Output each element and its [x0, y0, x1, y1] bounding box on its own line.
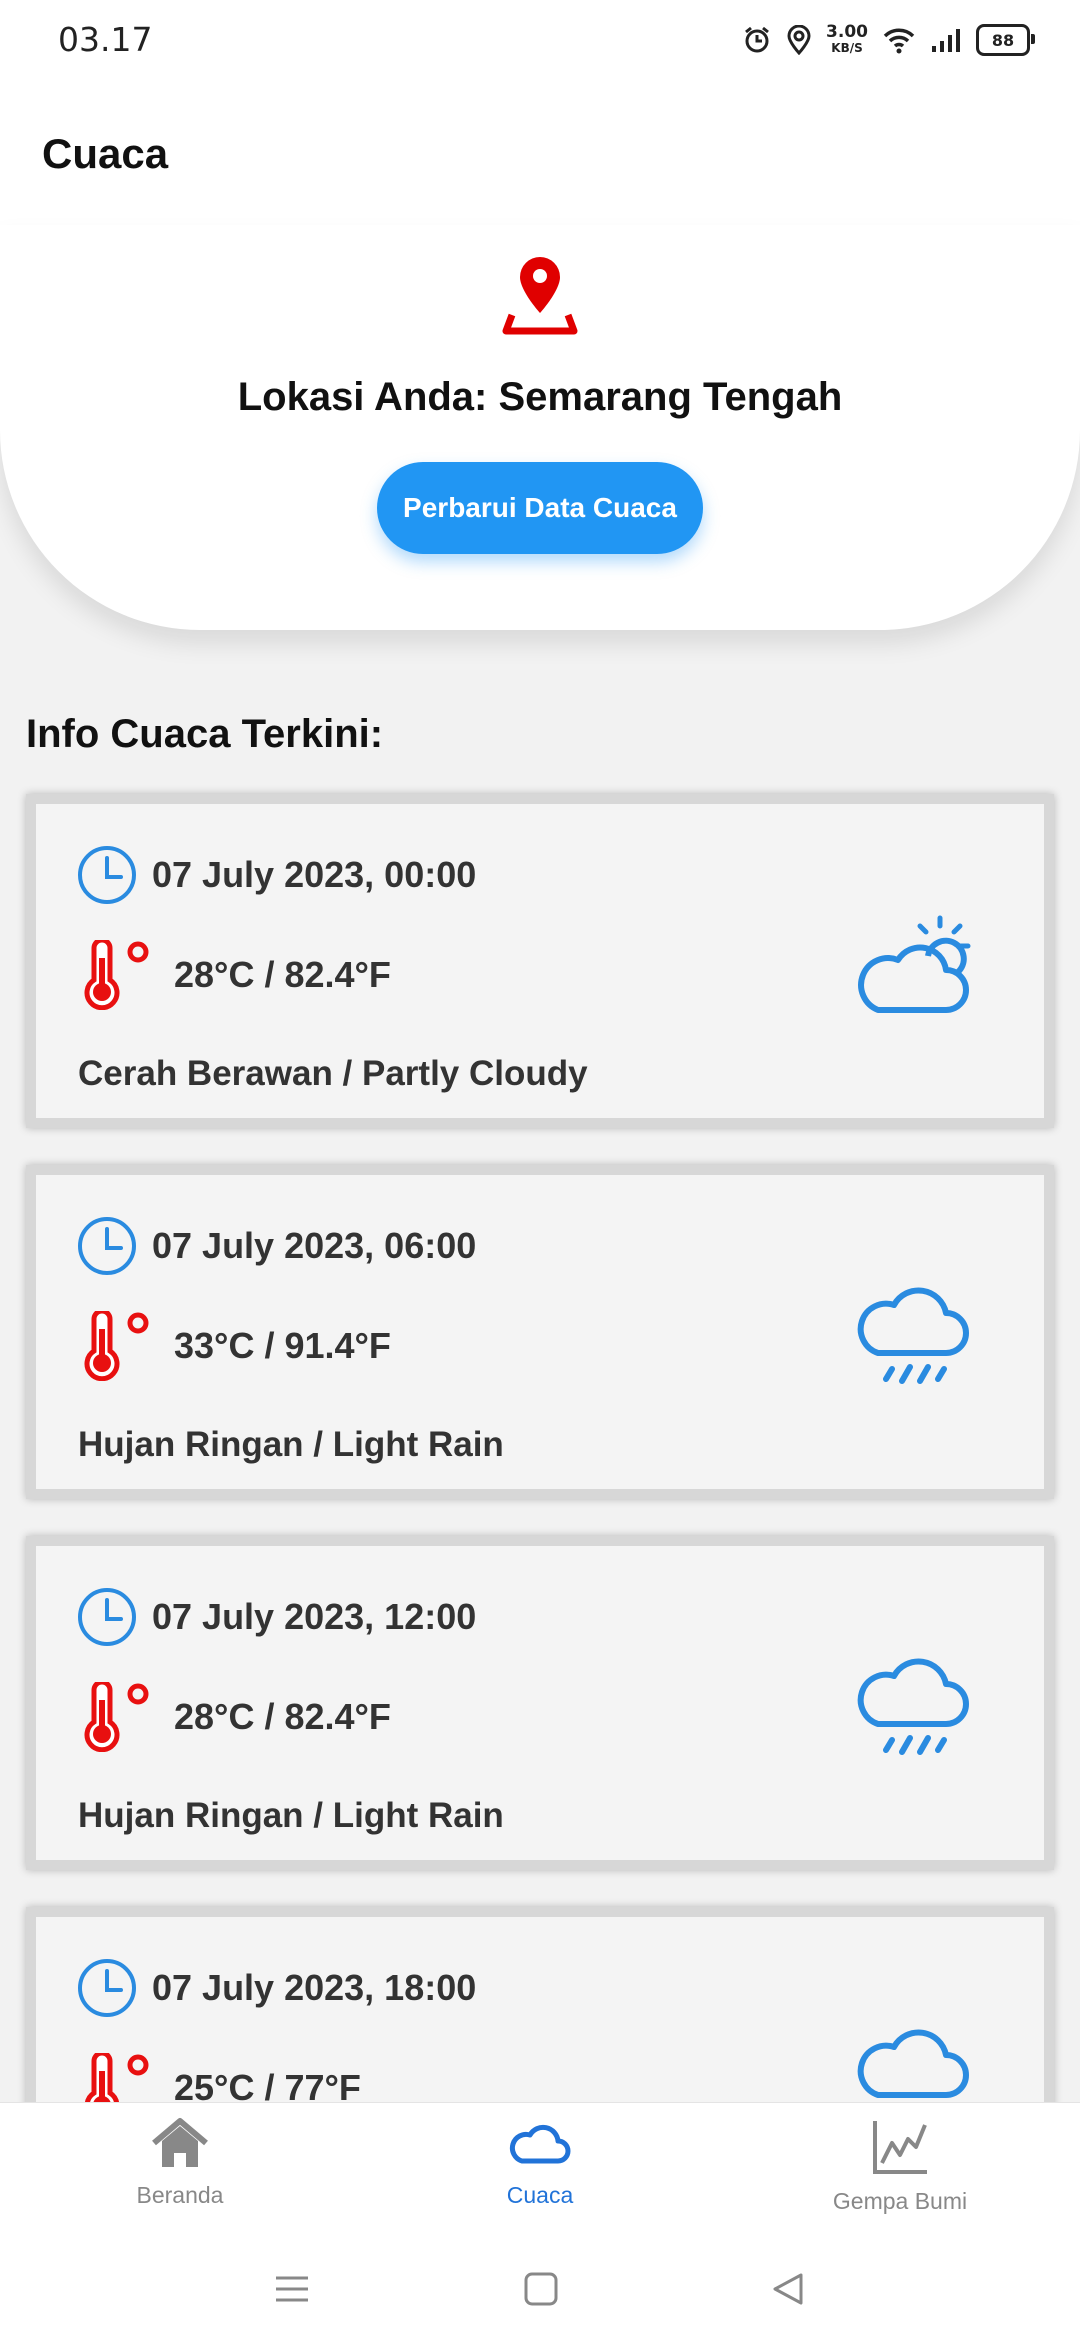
light-rain-icon [857, 1287, 969, 1384]
forecast-condition: Cerah Berawan / Partly Cloudy [78, 1054, 588, 1093]
forecast-datetime: 07 July 2023, 12:00 [152, 1596, 477, 1637]
clock-icon [78, 1959, 136, 2017]
thermometer-icon [84, 1682, 149, 1752]
system-navigation-bar [0, 2251, 1080, 2341]
page-title: Cuaca [42, 130, 169, 177]
forecast-card[interactable]: 07 July 2023, 00:00 28°C / 82.4°F Cerah … [26, 794, 1054, 1128]
forecast-card[interactable]: 07 July 2023, 12:00 28°C / 82.4°F Hujan … [26, 1536, 1054, 1870]
status-icons: 3.00 KB/S 88 [742, 18, 1035, 62]
cloud-icon [509, 2124, 571, 2164]
refresh-weather-button[interactable]: Perbarui Data Cuaca [377, 462, 703, 554]
menu-icon[interactable] [274, 2271, 310, 2307]
forecast-datetime: 07 July 2023, 00:00 [152, 854, 477, 895]
alarm-icon [745, 26, 769, 53]
location-label: Lokasi Anda: Semarang Tengah [237, 375, 843, 419]
forecast-temperature: 33°C / 91.4°F [174, 1325, 391, 1366]
back-icon[interactable] [770, 2271, 806, 2307]
chart-icon [873, 2121, 927, 2174]
battery-icon: 88 [976, 24, 1035, 56]
clock-icon [78, 1588, 136, 1646]
clock-icon [78, 846, 136, 904]
forecast-datetime: 07 July 2023, 06:00 [152, 1225, 477, 1266]
nav-label-cuaca: Cuaca [506, 2182, 574, 2208]
forecast-temperature-row: 28°C / 82.4°F [80, 1682, 391, 1752]
forecast-datetime-row: 07 July 2023, 18:00 [76, 1957, 476, 2019]
signal-icon [932, 29, 960, 52]
home-button-icon[interactable] [523, 2271, 559, 2307]
forecast-datetime-row: 07 July 2023, 06:00 [76, 1215, 476, 1277]
forecast-datetime: 07 July 2023, 18:00 [152, 1967, 477, 2008]
thermometer-icon [84, 1311, 149, 1381]
network-speed: 3.00 KB/S [826, 22, 868, 56]
thermometer-icon [84, 940, 149, 1010]
app-bar: Cuaca [0, 80, 1080, 230]
forecast-card[interactable]: 07 July 2023, 06:00 33°C / 91.4°F Hujan … [26, 1165, 1054, 1499]
status-time: 03.17 [58, 20, 153, 59]
forecast-datetime-row: 07 July 2023, 12:00 [76, 1586, 476, 1648]
nav-label-gempa-bumi: Gempa Bumi [832, 2188, 968, 2214]
nav-item-cuaca[interactable]: Cuaca [390, 2117, 690, 2209]
forecast-datetime-row: 07 July 2023, 00:00 [76, 844, 476, 906]
light-rain-icon [857, 1658, 969, 1755]
location-card: Lokasi Anda: Semarang Tengah Perbarui Da… [0, 225, 1080, 630]
status-bar: 03.17 3.00 KB/S 88 [0, 0, 1080, 80]
location-icon [787, 25, 811, 55]
home-icon [152, 2118, 208, 2167]
nav-item-beranda[interactable]: Beranda [30, 2117, 330, 2209]
forecast-temperature: 28°C / 82.4°F [174, 954, 391, 995]
forecast-list[interactable]: 07 July 2023, 00:00 28°C / 82.4°F Cerah … [26, 794, 1054, 2278]
wifi-icon [883, 28, 915, 54]
forecast-temperature-row: 33°C / 91.4°F [80, 1311, 391, 1381]
forecast-temperature: 28°C / 82.4°F [174, 1696, 391, 1737]
map-pin-icon [502, 257, 578, 335]
clock-icon [78, 1217, 136, 1275]
bottom-navigation: Beranda Cuaca Gempa Bumi [0, 2102, 1080, 2341]
section-title: Info Cuaca Terkini: [26, 712, 384, 756]
forecast-condition: Hujan Ringan / Light Rain [78, 1425, 504, 1464]
nav-label-beranda: Beranda [136, 2182, 224, 2208]
forecast-temperature-row: 28°C / 82.4°F [80, 940, 391, 1010]
forecast-condition: Hujan Ringan / Light Rain [78, 1796, 504, 1835]
partly-cloudy-icon [858, 915, 971, 1013]
nav-item-gempa-bumi[interactable]: Gempa Bumi [750, 2117, 1050, 2215]
